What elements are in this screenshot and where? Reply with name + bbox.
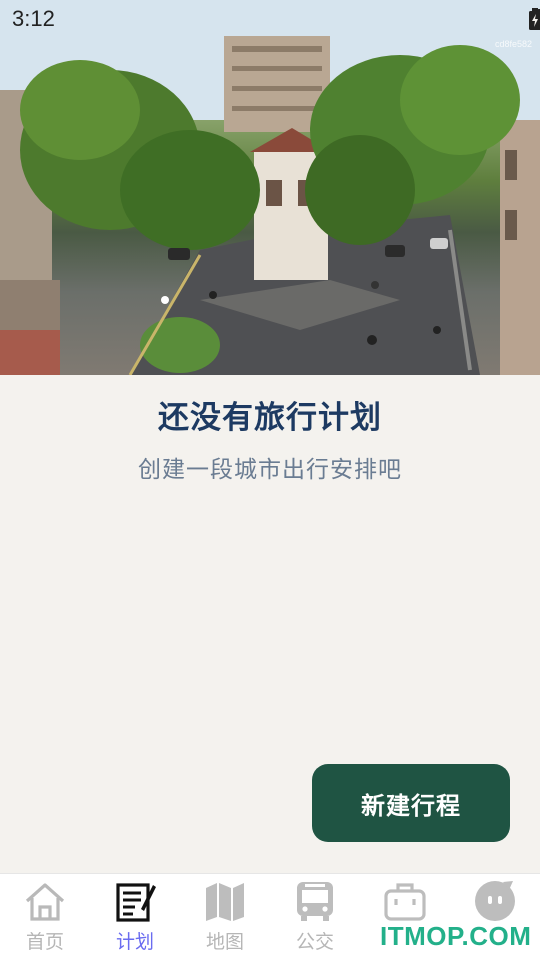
image-tag: cd8fe582 <box>494 39 532 49</box>
profile-icon <box>475 881 515 921</box>
bus-icon <box>297 882 333 921</box>
home-icon <box>25 883 65 921</box>
tab-bus[interactable]: 公交 <box>270 874 360 960</box>
battery-charging-icon <box>529 8 540 30</box>
tab-map[interactable]: 地图 <box>180 874 270 960</box>
plan-icon <box>116 883 156 922</box>
empty-state-subtitle: 创建一段城市出行安排吧 <box>138 457 402 483</box>
status-time: 3:12 <box>12 6 55 31</box>
tab-plan[interactable]: 计划 <box>90 874 180 960</box>
luggage-icon <box>384 883 426 921</box>
street-scene-illustration <box>0 0 540 375</box>
map-icon <box>206 883 244 921</box>
status-bar: 3:12 <box>0 0 540 36</box>
tab-home-label: 首页 <box>25 931 64 953</box>
tab-map-label: 地图 <box>205 931 244 953</box>
watermark: ITMOP.COM <box>380 921 532 951</box>
tab-home[interactable]: 首页 <box>0 874 90 960</box>
new-trip-button[interactable]: 新建行程 <box>312 764 510 842</box>
hero-image: 3:12 cd8fe582 <box>0 0 540 375</box>
empty-state-title: 还没有旅行计划 <box>158 400 382 436</box>
tab-plan-label: 计划 <box>115 931 154 953</box>
tab-bus-label: 公交 <box>295 931 334 953</box>
